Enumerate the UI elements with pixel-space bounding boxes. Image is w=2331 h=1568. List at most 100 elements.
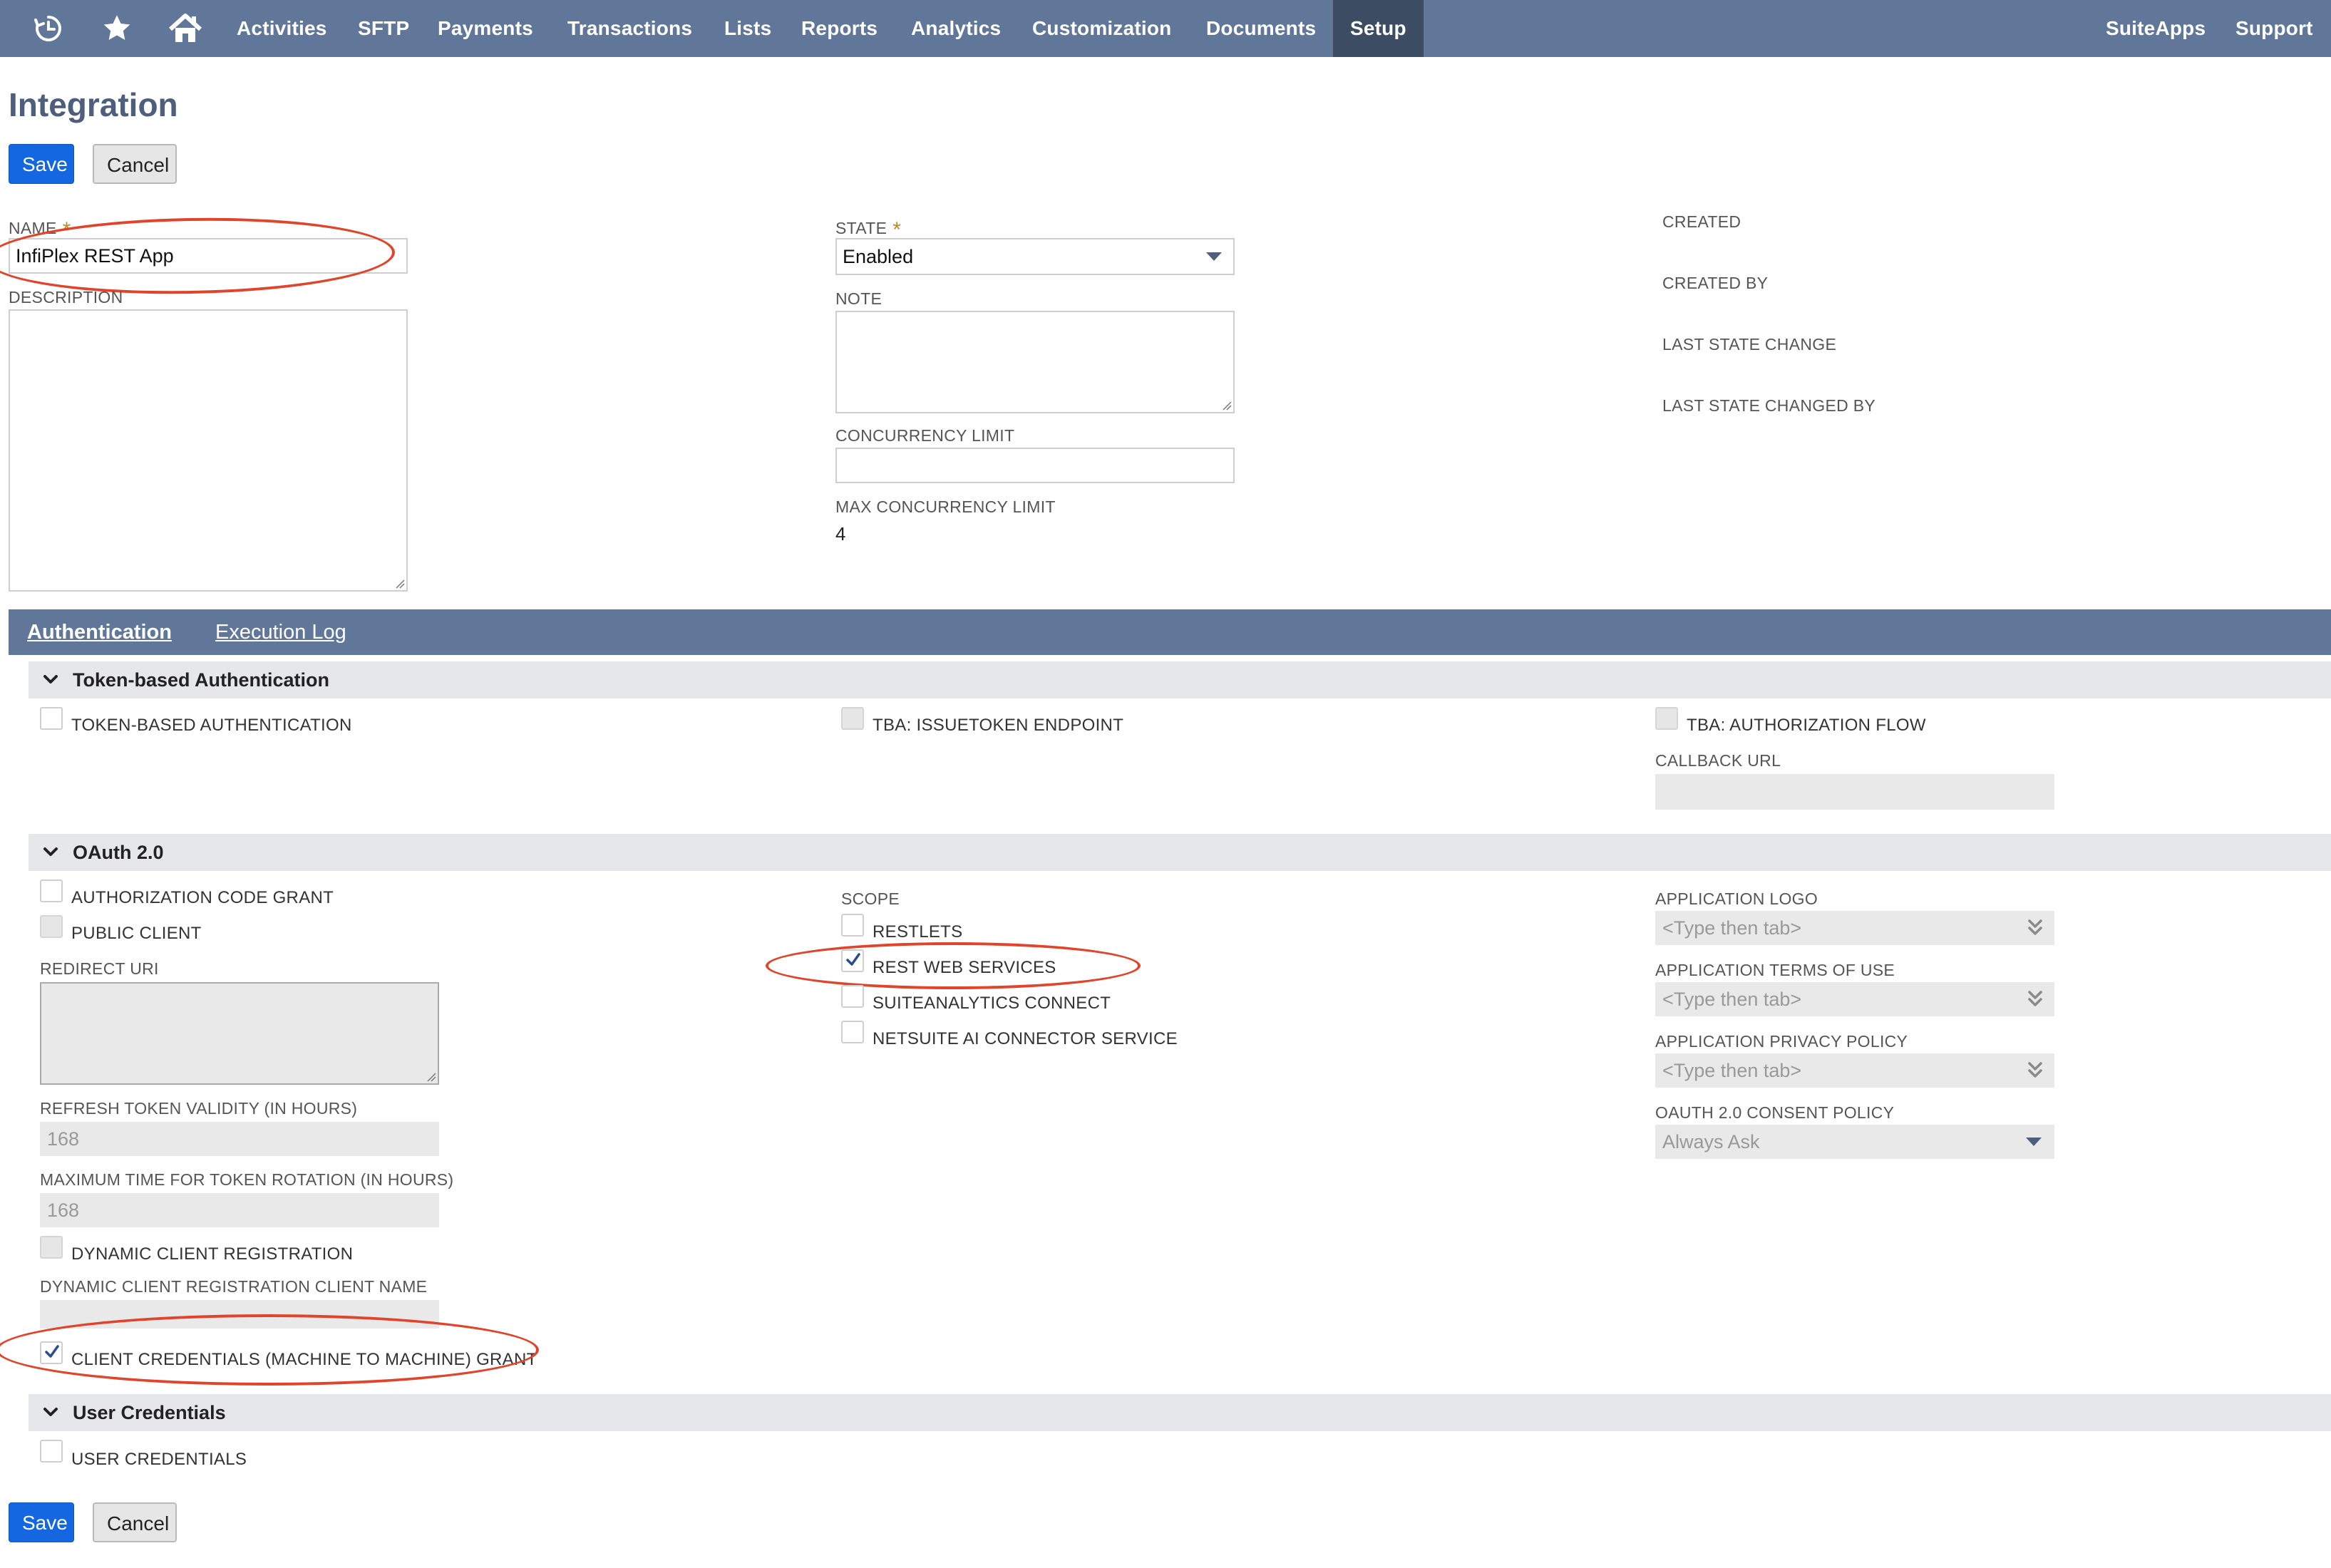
tab-execution-log-label: Execution Log xyxy=(215,621,346,644)
public-client-checkbox[interactable] xyxy=(40,915,63,938)
tba-issuetoken-endpoint-label: TBA: ISSUETOKEN ENDPOINT xyxy=(873,716,1124,735)
note-textarea[interactable] xyxy=(835,311,1235,413)
max-token-rotation-value: 168 xyxy=(47,1199,80,1221)
chevron-down-icon xyxy=(2026,1138,2042,1146)
application-logo-label: APPLICATION LOGO xyxy=(1655,889,1818,908)
tba-authorization-flow-label: TBA: AUTHORIZATION FLOW xyxy=(1687,716,1926,735)
redirect-uri-label: REDIRECT URI xyxy=(40,959,159,978)
application-logo-input[interactable]: <Type then tab> xyxy=(1655,911,2054,945)
application-privacy-placeholder: <Type then tab> xyxy=(1662,1059,1802,1081)
nav-setup[interactable]: Setup xyxy=(1333,0,1424,57)
authorization-code-grant-checkbox[interactable] xyxy=(40,880,63,902)
scope-label: SCOPE xyxy=(841,889,900,908)
state-select[interactable]: Enabled xyxy=(835,238,1235,275)
max-token-rotation-input[interactable]: 168 xyxy=(40,1193,439,1227)
description-textarea[interactable] xyxy=(9,309,408,592)
section-title: User Credentials xyxy=(73,1401,226,1423)
consent-policy-value: Always Ask xyxy=(1662,1130,1760,1152)
annotation-ellipse-rest-web-services xyxy=(766,942,1141,989)
max-concurrency-limit-label: MAX CONCURRENCY LIMIT xyxy=(835,497,1056,516)
application-terms-label: APPLICATION TERMS OF USE xyxy=(1655,961,1895,979)
page-title: Integration xyxy=(9,86,178,123)
double-chevron-down-icon[interactable] xyxy=(2027,989,2043,1009)
chevron-down-icon xyxy=(43,1408,58,1416)
redirect-uri-textarea[interactable] xyxy=(40,982,439,1085)
tab-execution-log[interactable]: Execution Log xyxy=(215,609,346,655)
user-credentials-label: USER CREDENTIALS xyxy=(71,1450,247,1469)
state-label: STATE * xyxy=(835,215,901,242)
tba-issuetoken-endpoint-checkbox[interactable] xyxy=(841,707,864,730)
tba-authorization-flow-checkbox[interactable] xyxy=(1655,707,1678,730)
scope-suiteanalytics-connect-checkbox[interactable] xyxy=(841,985,864,1008)
section-title: OAuth 2.0 xyxy=(73,841,164,863)
chevron-down-icon xyxy=(43,675,58,684)
nav-support[interactable]: Support xyxy=(2218,0,2330,57)
scope-restlets-label: RESTLETS xyxy=(873,922,963,942)
application-terms-input[interactable]: <Type then tab> xyxy=(1655,982,2054,1016)
resize-handle-icon[interactable] xyxy=(1222,401,1232,411)
section-title: Token-based Authentication xyxy=(73,669,330,691)
nav-sftp[interactable]: SFTP xyxy=(341,0,426,57)
user-credentials-checkbox[interactable] xyxy=(40,1440,63,1463)
nav-analytics[interactable]: Analytics xyxy=(894,0,1018,57)
chevron-down-icon xyxy=(1206,252,1222,261)
double-chevron-down-icon[interactable] xyxy=(2027,1061,2043,1080)
cancel-button-bottom[interactable]: Cancel xyxy=(93,1502,177,1542)
nav-documents[interactable]: Documents xyxy=(1189,0,1333,57)
refresh-token-validity-input[interactable]: 168 xyxy=(40,1122,439,1156)
application-terms-placeholder: <Type then tab> xyxy=(1662,988,1802,1010)
consent-policy-label: OAUTH 2.0 CONSENT POLICY xyxy=(1655,1103,1895,1122)
max-concurrency-limit-value: 4 xyxy=(835,523,846,545)
refresh-token-validity-label: REFRESH TOKEN VALIDITY (IN HOURS) xyxy=(40,1099,358,1118)
created-by-label: CREATED BY xyxy=(1662,274,1769,292)
scope-restlets-checkbox[interactable] xyxy=(841,914,864,937)
home-icon[interactable] xyxy=(157,0,214,57)
section-header-user-credentials[interactable]: User Credentials xyxy=(29,1394,2331,1431)
nav-activities[interactable]: Activities xyxy=(220,0,344,57)
scope-netsuite-ai-connector-label: NETSUITE AI CONNECTOR SERVICE xyxy=(873,1029,1178,1048)
double-chevron-down-icon[interactable] xyxy=(2027,918,2043,938)
dynamic-client-name-label: DYNAMIC CLIENT REGISTRATION CLIENT NAME xyxy=(40,1277,428,1296)
resize-handle-icon[interactable] xyxy=(426,1072,436,1082)
chevron-down-icon xyxy=(43,847,58,856)
application-privacy-input[interactable]: <Type then tab> xyxy=(1655,1053,2054,1088)
callback-url-label: CALLBACK URL xyxy=(1655,751,1781,770)
max-token-rotation-label: MAXIMUM TIME FOR TOKEN ROTATION (IN HOUR… xyxy=(40,1170,454,1189)
concurrency-limit-label: CONCURRENCY LIMIT xyxy=(835,426,1015,445)
authorization-code-grant-label: AUTHORIZATION CODE GRANT xyxy=(71,888,334,907)
application-privacy-label: APPLICATION PRIVACY POLICY xyxy=(1655,1032,1908,1051)
consent-policy-select[interactable]: Always Ask xyxy=(1655,1125,2054,1159)
save-button-bottom[interactable]: Save xyxy=(9,1502,74,1542)
application-logo-placeholder: <Type then tab> xyxy=(1662,917,1802,939)
nav-lists[interactable]: Lists xyxy=(707,0,788,57)
state-select-value: Enabled xyxy=(843,245,914,267)
nav-transactions[interactable]: Transactions xyxy=(550,0,709,57)
dynamic-client-registration-checkbox[interactable] xyxy=(40,1236,63,1259)
concurrency-limit-input[interactable] xyxy=(835,448,1235,483)
token-based-authentication-checkbox[interactable] xyxy=(40,707,63,730)
section-header-oauth-2[interactable]: OAuth 2.0 xyxy=(29,834,2331,871)
nav-customization[interactable]: Customization xyxy=(1015,0,1188,57)
scope-netsuite-ai-connector-checkbox[interactable] xyxy=(841,1021,864,1043)
callback-url-input[interactable] xyxy=(1655,774,2054,810)
token-based-authentication-label: TOKEN-BASED AUTHENTICATION xyxy=(71,716,352,735)
description-label: DESCRIPTION xyxy=(9,288,123,306)
public-client-label: PUBLIC CLIENT xyxy=(71,924,202,943)
section-header-token-based-authentication[interactable]: Token-based Authentication xyxy=(29,661,2331,698)
cancel-button-top[interactable]: Cancel xyxy=(93,144,177,184)
subtab-bar: Authentication Execution Log xyxy=(9,609,2331,655)
favorites-star-icon[interactable] xyxy=(88,0,145,57)
save-button-top[interactable]: Save xyxy=(9,144,74,184)
refresh-token-validity-value: 168 xyxy=(47,1128,80,1150)
tab-authentication[interactable]: Authentication xyxy=(27,609,172,655)
nav-suiteapps[interactable]: SuiteApps xyxy=(2089,0,2223,57)
dynamic-client-registration-label: DYNAMIC CLIENT REGISTRATION xyxy=(71,1244,354,1264)
last-state-changed-by-label: LAST STATE CHANGED BY xyxy=(1662,396,1875,415)
resize-handle-icon[interactable] xyxy=(395,579,405,589)
nav-payments[interactable]: Payments xyxy=(421,0,550,57)
recent-records-icon[interactable] xyxy=(20,0,77,57)
annotation-ellipse-client-credentials xyxy=(0,1314,539,1386)
last-state-change-label: LAST STATE CHANGE xyxy=(1662,335,1837,354)
created-label: CREATED xyxy=(1662,212,1741,231)
nav-reports[interactable]: Reports xyxy=(784,0,895,57)
